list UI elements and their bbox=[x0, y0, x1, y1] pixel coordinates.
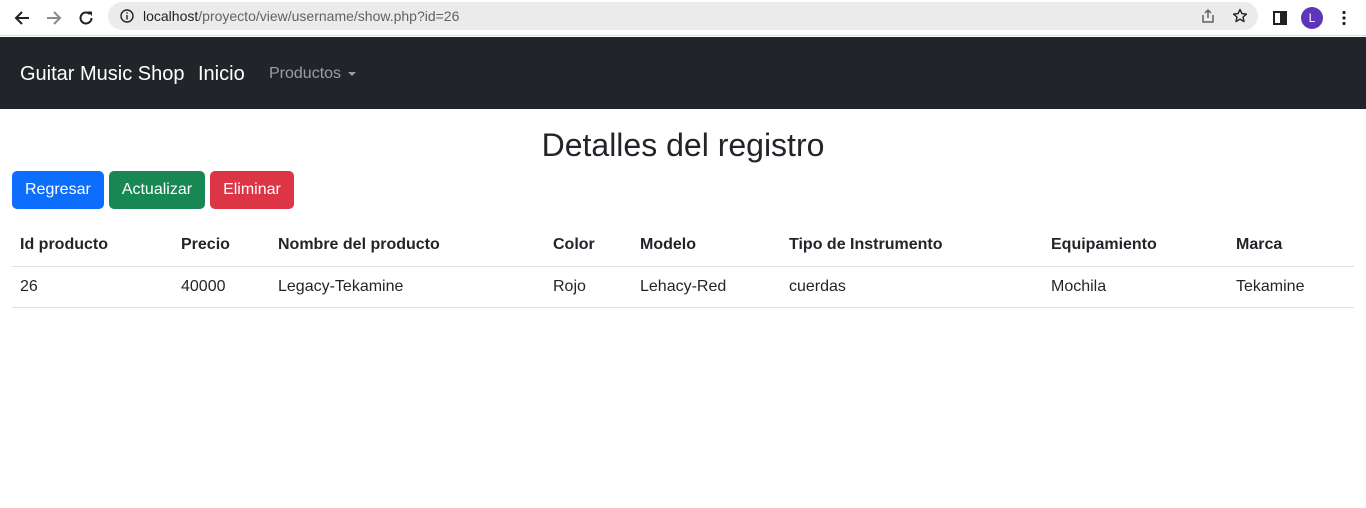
header-marca: Marca bbox=[1228, 225, 1354, 267]
url-path: /proyecto/view/username/show.php?id=26 bbox=[198, 8, 460, 24]
header-equipamiento: Equipamiento bbox=[1043, 225, 1228, 267]
address-bar[interactable]: localhost/proyecto/view/username/show.ph… bbox=[108, 2, 1258, 30]
cell-id-producto: 26 bbox=[12, 266, 173, 308]
cell-marca: Tekamine bbox=[1228, 266, 1354, 308]
cell-nombre-del-producto: Legacy-Tekamine bbox=[270, 266, 545, 308]
nav-dropdown-label: Productos bbox=[269, 65, 342, 82]
bookmark-star-icon[interactable] bbox=[1230, 6, 1250, 26]
action-buttons: Regresar Actualizar Eliminar bbox=[12, 171, 294, 209]
header-color: Color bbox=[545, 225, 632, 267]
caret-down-icon bbox=[348, 72, 357, 76]
table-row: 26 40000 Legacy-Tekamine Rojo Lehacy-Red… bbox=[12, 266, 1354, 308]
page-title: Detalles del registro bbox=[541, 127, 825, 163]
cell-tipo-de-instrumento: cuerdas bbox=[781, 266, 1043, 308]
nav-dropdown-productos[interactable]: Productos bbox=[269, 65, 357, 83]
share-icon[interactable] bbox=[1198, 6, 1218, 26]
forward-arrow-icon[interactable] bbox=[40, 4, 68, 32]
header-id-producto: Id producto bbox=[12, 225, 173, 267]
url-text[interactable]: localhost/proyecto/view/username/show.ph… bbox=[143, 8, 459, 24]
site-info-icon[interactable] bbox=[120, 9, 134, 28]
kebab-menu-icon[interactable] bbox=[1332, 4, 1356, 32]
url-host: localhost bbox=[143, 8, 199, 24]
header-modelo: Modelo bbox=[632, 225, 781, 267]
profile-avatar[interactable]: L bbox=[1300, 4, 1324, 32]
cell-equipamiento: Mochila bbox=[1043, 266, 1228, 308]
back-arrow-icon[interactable] bbox=[8, 4, 36, 32]
header-precio: Precio bbox=[173, 225, 270, 267]
cell-precio: 40000 bbox=[173, 266, 270, 308]
browser-toolbar: localhost/proyecto/view/username/show.ph… bbox=[0, 0, 1366, 36]
cell-color: Rojo bbox=[545, 266, 632, 308]
nav-link-inicio[interactable]: Inicio bbox=[198, 63, 245, 86]
delete-button[interactable]: Eliminar bbox=[210, 171, 294, 209]
reload-icon[interactable] bbox=[72, 4, 100, 32]
profile-initial: L bbox=[1301, 7, 1323, 29]
table-header-row: Id producto Precio Nombre del producto C… bbox=[12, 225, 1354, 267]
back-button[interactable]: Regresar bbox=[12, 171, 104, 209]
site-navbar: Guitar Music Shop Inicio Productos bbox=[0, 37, 1366, 109]
record-details-table: Id producto Precio Nombre del producto C… bbox=[12, 225, 1354, 308]
update-button[interactable]: Actualizar bbox=[108, 171, 206, 209]
header-tipo-de-instrumento: Tipo de Instrumento bbox=[781, 225, 1043, 267]
side-panel-icon[interactable] bbox=[1268, 4, 1292, 32]
cell-modelo: Lehacy-Red bbox=[632, 266, 781, 308]
header-nombre-del-producto: Nombre del producto bbox=[270, 225, 545, 267]
navbar-brand[interactable]: Guitar Music Shop bbox=[20, 63, 185, 86]
